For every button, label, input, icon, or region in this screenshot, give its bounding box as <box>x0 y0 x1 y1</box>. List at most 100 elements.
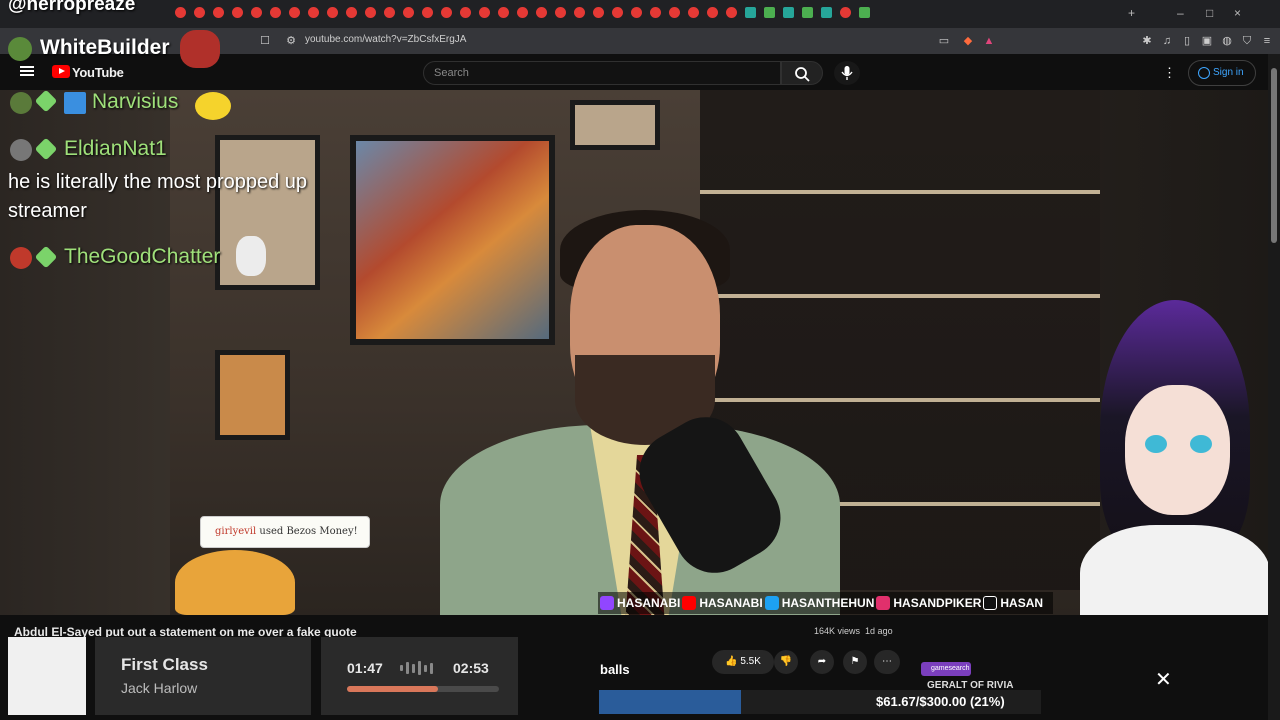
search-button[interactable] <box>781 61 823 85</box>
tab-favicon[interactable] <box>346 7 357 18</box>
tab-favicon[interactable] <box>536 7 547 18</box>
tab-favicon[interactable] <box>270 7 281 18</box>
upload-age: 1d ago <box>865 626 893 636</box>
like-button[interactable]: 👍 5.5K <box>712 650 774 674</box>
tab-favicon[interactable] <box>422 7 433 18</box>
tab-favicon[interactable] <box>498 7 509 18</box>
tab-favicon[interactable] <box>726 7 737 18</box>
social-handle: HASANDPIKER <box>893 596 982 610</box>
streamer-figure <box>420 205 840 615</box>
shield-icon[interactable]: ⛉ <box>1240 34 1254 48</box>
album-art <box>8 637 86 715</box>
tab-favicon[interactable] <box>764 7 775 18</box>
tab-favicon[interactable] <box>460 7 471 18</box>
song-title: First Class <box>121 655 208 674</box>
tab-favicon[interactable] <box>859 7 870 18</box>
vpn-icon[interactable]: ◍ <box>1220 34 1234 48</box>
tab-favicon[interactable] <box>593 7 604 18</box>
tab-favicon[interactable] <box>365 7 376 18</box>
tab-favicon[interactable] <box>175 7 186 18</box>
tab-favicon[interactable] <box>251 7 262 18</box>
extensions-icon[interactable]: ✱ <box>1140 34 1154 48</box>
rewards-icon[interactable]: ▲ <box>982 34 996 48</box>
more-options-icon[interactable]: ⋮ <box>1163 65 1176 81</box>
wallet-icon[interactable]: ▣ <box>1200 34 1214 48</box>
sponsor-badge: gamesearch <box>921 662 971 676</box>
wall-frame <box>215 350 290 440</box>
tab-favicon[interactable] <box>745 7 756 18</box>
social-handle: HASANABI <box>699 596 763 610</box>
tab-favicon[interactable] <box>384 7 395 18</box>
tab-favicon[interactable] <box>840 7 851 18</box>
tab-favicon[interactable] <box>707 7 718 18</box>
instagram-icon <box>876 596 891 610</box>
tab-favicon[interactable] <box>555 7 566 18</box>
url-field[interactable]: youtube.com/watch?v=ZbCsfxErgJA <box>305 34 466 45</box>
media-icon[interactable]: ♫ <box>1160 34 1174 48</box>
close-icon[interactable]: ✕ <box>1155 667 1172 692</box>
tab-favicon[interactable] <box>688 7 699 18</box>
menu-hamburger-icon[interactable] <box>20 66 34 76</box>
search-icon <box>795 67 810 82</box>
tab-favicon[interactable] <box>403 7 414 18</box>
tab-favicon[interactable] <box>612 7 623 18</box>
sidebar-icon[interactable]: ▯ <box>1180 34 1194 48</box>
socials-strip: HASANABI HASANABI HASANTHEHUN HASANDPIKE… <box>598 592 1053 614</box>
site-info-icon[interactable]: ⚙ <box>284 34 298 48</box>
tab-favicon[interactable] <box>289 7 300 18</box>
share-icon: ➦ <box>817 656 827 667</box>
cast-icon[interactable]: ▭ <box>937 34 951 48</box>
tab-favicon[interactable] <box>194 7 205 18</box>
chat-avatar <box>10 92 32 114</box>
scrollbar-thumb[interactable] <box>1271 68 1277 243</box>
view-count: 164K views 1d ago <box>814 626 893 636</box>
browser-tab-strip: + – □ × <box>0 0 1280 28</box>
search-input[interactable]: Search <box>423 61 781 85</box>
tab-favicon[interactable] <box>232 7 243 18</box>
tab-favicon[interactable] <box>669 7 680 18</box>
brave-shield-icon[interactable]: ◆ <box>961 34 975 48</box>
menu-icon[interactable]: ≡ <box>1260 34 1274 48</box>
tab-favicon[interactable] <box>479 7 490 18</box>
alert-action: used Bezos Money! <box>259 526 358 537</box>
tab-favicon[interactable] <box>821 7 832 18</box>
youtube-wordmark[interactable]: YouTube <box>72 65 124 80</box>
microphone-icon <box>841 66 853 80</box>
chat-avatar <box>10 247 32 269</box>
streamer-name: WhiteBuilder <box>40 36 170 59</box>
voice-search-button[interactable] <box>834 61 860 85</box>
maximize-icon[interactable]: □ <box>1206 6 1213 20</box>
new-tab-icon[interactable]: + <box>1128 6 1135 20</box>
share-button[interactable]: ➦ <box>810 650 834 674</box>
bookmark-icon[interactable]: ☐ <box>258 34 272 48</box>
screen: + – □ × ☐ ⚙ youtube.com/watch?v=ZbCsfxEr… <box>0 0 1280 720</box>
social-handle: HASANTHEHUN <box>781 596 875 610</box>
more-actions-button[interactable]: ⋯ <box>874 650 900 674</box>
song-progress-bar <box>347 686 499 692</box>
goal-bar-fill <box>599 690 741 714</box>
dislike-button[interactable]: 👎 <box>774 650 798 674</box>
close-window-icon[interactable]: × <box>1234 6 1241 20</box>
save-button[interactable]: ⚑ <box>843 650 867 674</box>
tab-favicon[interactable] <box>631 7 642 18</box>
youtube-logo-icon[interactable] <box>52 65 70 78</box>
tab-favicon[interactable] <box>213 7 224 18</box>
song-artist: Jack Harlow <box>121 680 198 696</box>
tab-favicon[interactable] <box>308 7 319 18</box>
tab-favicon[interactable] <box>441 7 452 18</box>
chat-username: Narvisius <box>92 90 179 113</box>
emote-icon <box>195 92 231 120</box>
sign-in-button[interactable]: Sign in <box>1188 60 1256 86</box>
tab-favicon[interactable] <box>783 7 794 18</box>
tab-favicon[interactable] <box>517 7 528 18</box>
thumbs-up-icon: 👍 <box>725 656 738 667</box>
page-scrollbar[interactable] <box>1268 54 1280 720</box>
chat-username: EldianNat1 <box>64 137 167 160</box>
tab-favicon[interactable] <box>574 7 585 18</box>
tab-favicon[interactable] <box>802 7 813 18</box>
tab-favicon[interactable] <box>650 7 661 18</box>
tab-favicon[interactable] <box>327 7 338 18</box>
minimize-icon[interactable]: – <box>1177 6 1184 20</box>
current-time: 01:47 <box>347 660 383 676</box>
donation-goal-text: $61.67/$300.00 (21%) <box>876 694 1005 709</box>
